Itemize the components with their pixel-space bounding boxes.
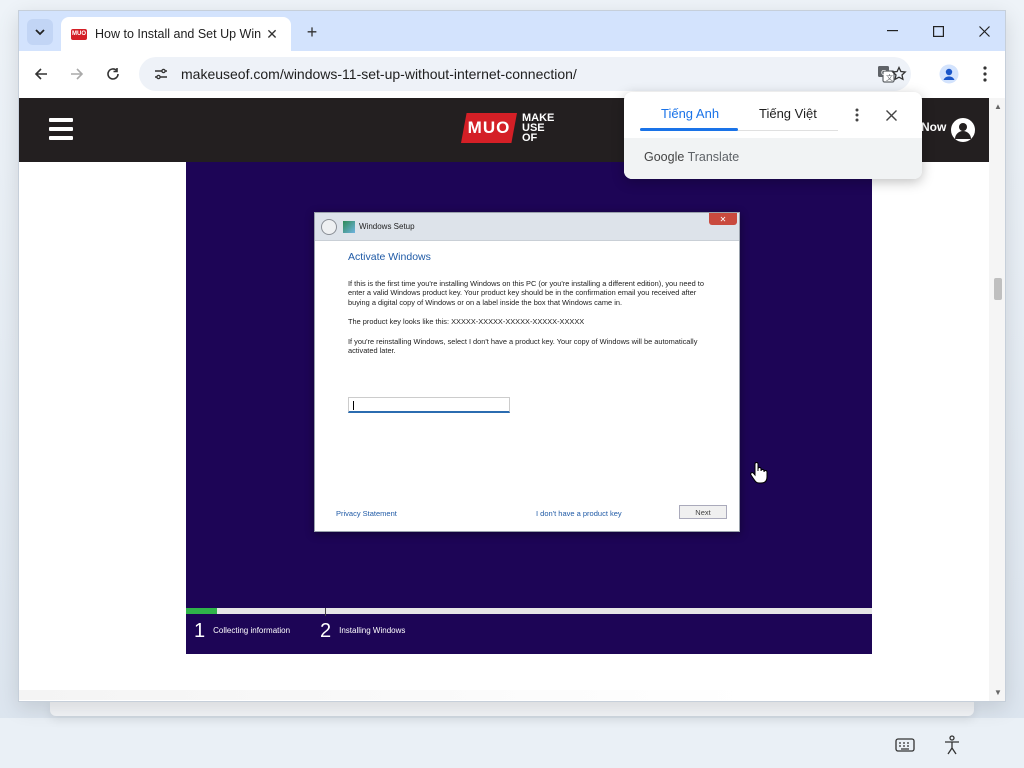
scroll-up-icon[interactable]: ▲ — [993, 102, 1003, 112]
setup-paragraph-1: If this is the first time you're install… — [348, 278, 704, 307]
minimize-icon[interactable] — [869, 17, 915, 45]
setup-app-icon — [343, 220, 355, 233]
setup-back-icon — [321, 218, 337, 235]
setup-next-button: Next — [679, 505, 727, 519]
setup-paragraph-3: If you're reinstalling Windows, select I… — [348, 336, 698, 356]
site-info-icon[interactable] — [151, 64, 171, 84]
setup-paragraph-2: The product key looks like this: XXXXX-X… — [348, 317, 585, 326]
step-1-number: 1 — [194, 620, 206, 642]
url-text: makeuseof.com/windows-11-set-up-without-… — [181, 66, 577, 82]
scroll-down-icon[interactable]: ▼ — [993, 688, 1003, 698]
muo-favicon-icon: MUO — [71, 28, 87, 40]
brand-google: Google — [644, 150, 685, 164]
browser-tab-active[interactable]: MUO How to Install and Set Up Windo ✕ — [61, 17, 291, 51]
tab-strip: MUO How to Install and Set Up Windo ✕ + — [19, 11, 1005, 51]
accessibility-icon[interactable] — [941, 734, 963, 756]
product-key-input — [348, 397, 510, 413]
forward-arrow-icon[interactable] — [63, 60, 91, 88]
setup-step-1: 1 Collecting information — [194, 620, 290, 642]
popup-options-icon[interactable] — [847, 105, 867, 125]
scroll-thumb[interactable] — [994, 278, 1002, 300]
step-2-label: Installing Windows — [339, 626, 406, 635]
step-1-label: Collecting information — [213, 626, 291, 635]
setup-titlebar: Windows Setup ✕ — [315, 213, 739, 241]
setup-progress-track — [186, 608, 872, 614]
article-screenshot-image: Windows Setup ✕ Activate Windows If this… — [186, 162, 872, 654]
taskbar — [0, 718, 1024, 768]
logo-wordmark: MAKE USE OF — [522, 113, 554, 144]
popup-close-icon[interactable] — [881, 105, 901, 125]
translate-popup: Tiếng Anh Tiếng Việt Google Translate — [624, 92, 922, 179]
site-logo[interactable]: MUO MAKE USE OF — [461, 113, 554, 144]
setup-heading: Activate Windows — [348, 251, 431, 263]
logo-line-3: OF — [522, 132, 538, 144]
chevron-down-icon — [35, 28, 45, 35]
tab-search-button[interactable] — [27, 19, 53, 45]
close-window-icon[interactable] — [961, 17, 1005, 45]
setup-close-icon: ✕ — [709, 213, 737, 225]
hamburger-menu-icon[interactable] — [49, 118, 73, 140]
maximize-icon[interactable] — [915, 17, 961, 45]
popup-footer: Google Translate — [624, 138, 922, 179]
kebab-menu-icon[interactable] — [973, 63, 997, 85]
profile-avatar-icon[interactable] — [937, 63, 961, 85]
web-page: MUO MAKE USE OF Now Windows Setup ✕ Acti… — [19, 98, 989, 701]
keyboard-icon[interactable] — [894, 734, 916, 756]
brand-translate: Translate — [687, 150, 740, 164]
active-tab-indicator — [640, 128, 738, 131]
google-translate-brand: Google Translate — [644, 150, 739, 164]
setup-progress-fill — [186, 608, 217, 614]
privacy-statement-link: Privacy Statement — [336, 509, 397, 518]
window-shadow-layer — [50, 700, 974, 716]
logo-badge: MUO — [461, 113, 517, 143]
reload-icon[interactable] — [99, 60, 127, 88]
hand-cursor-icon — [750, 462, 768, 484]
tab-title: How to Install and Set Up Windo — [95, 27, 261, 41]
tab-close-icon[interactable]: ✕ — [263, 25, 281, 43]
source-language-tab[interactable]: Tiếng Anh — [661, 106, 719, 121]
progress-divider — [325, 608, 326, 616]
back-arrow-icon[interactable] — [27, 60, 55, 88]
step-2-number: 2 — [320, 620, 332, 642]
new-tab-icon[interactable]: + — [301, 21, 323, 43]
windows-setup-dialog: Windows Setup ✕ Activate Windows If this… — [314, 212, 768, 532]
bookmark-star-icon[interactable] — [887, 63, 911, 85]
setup-window-title: Windows Setup — [359, 222, 415, 231]
setup-step-2: 2 Installing Windows — [320, 620, 405, 642]
address-bar[interactable]: makeuseof.com/windows-11-set-up-without-… — [139, 57, 911, 91]
page-divider — [19, 690, 749, 700]
header-cta-text[interactable]: Now — [921, 120, 946, 134]
account-avatar-icon[interactable] — [951, 118, 975, 142]
setup-body: Activate Windows If this is the first ti… — [348, 251, 708, 366]
page-scrollbar[interactable]: ▲ ▼ — [989, 98, 1005, 701]
browser-toolbar: makeuseof.com/windows-11-set-up-without-… — [19, 51, 1005, 97]
target-language-tab[interactable]: Tiếng Việt — [759, 106, 817, 121]
no-product-key-link: I don't have a product key — [536, 509, 622, 518]
